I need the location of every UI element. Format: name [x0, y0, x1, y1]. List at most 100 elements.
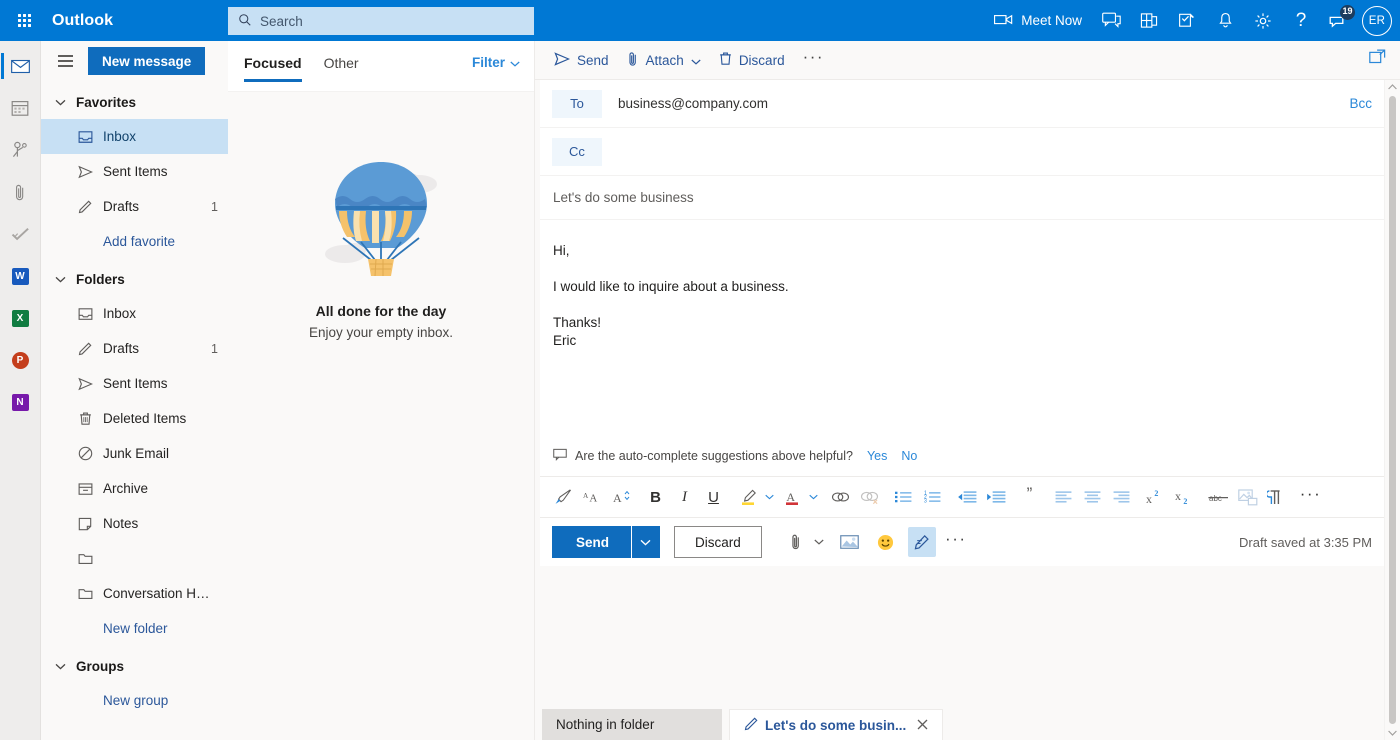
- scrollbar-thumb[interactable]: [1389, 96, 1396, 724]
- send-split-button[interactable]: Send: [552, 526, 661, 558]
- subscript-icon[interactable]: x2: [1170, 483, 1199, 512]
- compose-attach-command[interactable]: Attach: [618, 45, 710, 75]
- folder-item-favorites-sent[interactable]: Sent Items: [41, 154, 228, 189]
- scroll-down-icon[interactable]: [1388, 726, 1397, 740]
- align-right-icon[interactable]: [1107, 483, 1136, 512]
- favorites-group-header[interactable]: Favorites: [41, 85, 228, 119]
- decrease-indent-icon[interactable]: [952, 483, 981, 512]
- folder-item-junk-email[interactable]: Junk Email: [41, 436, 228, 471]
- more-options-icon[interactable]: ···: [942, 527, 970, 557]
- add-favorite-link[interactable]: Add favorite: [41, 224, 228, 258]
- hamburger-icon[interactable]: [50, 46, 80, 76]
- feedback-yes-link[interactable]: Yes: [867, 449, 887, 463]
- discard-button[interactable]: Discard: [674, 526, 762, 558]
- rail-item-files[interactable]: [0, 171, 41, 213]
- folder-item-inbox[interactable]: Inbox: [41, 296, 228, 331]
- numbered-list-icon[interactable]: 123: [918, 483, 947, 512]
- cc-field-row[interactable]: Cc: [540, 128, 1388, 176]
- scrollbar-track[interactable]: [1385, 94, 1400, 726]
- bold-icon[interactable]: B: [641, 483, 670, 512]
- folder-item-sent-items[interactable]: Sent Items: [41, 366, 228, 401]
- picture-icon[interactable]: [836, 527, 864, 557]
- send-button[interactable]: Send: [552, 526, 632, 558]
- folder-item-notes[interactable]: Notes: [41, 506, 228, 541]
- groups-group-header[interactable]: Groups: [41, 649, 228, 683]
- feedback-no-link[interactable]: No: [901, 449, 917, 463]
- format-painter-icon[interactable]: [549, 483, 578, 512]
- compose-send-command[interactable]: Send: [545, 45, 618, 75]
- attach-file-icon[interactable]: [782, 527, 810, 557]
- highlight-color-icon[interactable]: [733, 483, 762, 512]
- new-group-link[interactable]: New group: [41, 683, 228, 717]
- gear-icon[interactable]: [1244, 0, 1282, 41]
- attach-options-chevron-down-icon[interactable]: [810, 527, 828, 557]
- to-pill[interactable]: To: [552, 89, 602, 118]
- vertical-scrollbar[interactable]: [1384, 80, 1400, 740]
- bcc-link[interactable]: Bcc: [1349, 96, 1376, 111]
- compose-more-commands[interactable]: ···: [794, 45, 833, 75]
- question-mark-icon[interactable]: ?: [1282, 0, 1320, 41]
- rail-item-excel[interactable]: X: [0, 297, 41, 339]
- folder-item-favorites-inbox[interactable]: Inbox: [41, 119, 228, 154]
- italic-icon[interactable]: I: [670, 483, 699, 512]
- insert-link-icon[interactable]: [826, 483, 855, 512]
- subject-field-row[interactable]: Let's do some business: [540, 176, 1388, 220]
- new-folder-link[interactable]: New folder: [41, 611, 228, 645]
- emoji-icon[interactable]: [872, 527, 900, 557]
- pop-out-icon[interactable]: [1369, 49, 1386, 67]
- folder-item-label: Notes: [103, 516, 139, 531]
- font-color-icon[interactable]: A: [777, 483, 806, 512]
- text-direction-icon[interactable]: [1262, 483, 1291, 512]
- increase-indent-icon[interactable]: [981, 483, 1010, 512]
- chat-icon[interactable]: [1092, 0, 1130, 41]
- font-size-icon[interactable]: A: [607, 483, 636, 512]
- editor-pen-icon[interactable]: [907, 527, 936, 557]
- rail-item-mail[interactable]: [0, 45, 41, 87]
- underline-icon[interactable]: U: [699, 483, 728, 512]
- to-field-row[interactable]: To business@company.com Bcc: [540, 80, 1388, 128]
- task-tab-draft[interactable]: Let's do some busin...: [729, 709, 944, 740]
- subject-input[interactable]: Let's do some business: [553, 190, 694, 205]
- search-box[interactable]: [228, 7, 534, 35]
- task-tab-nothing-in-folder[interactable]: Nothing in folder: [542, 709, 722, 740]
- rail-item-people[interactable]: [0, 129, 41, 171]
- bell-icon[interactable]: [1206, 0, 1244, 41]
- avatar[interactable]: ER: [1362, 5, 1392, 36]
- to-recipients[interactable]: business@company.com: [618, 96, 1349, 111]
- rail-item-powerpoint[interactable]: P: [0, 339, 41, 381]
- more-formatting-icon[interactable]: ···: [1296, 483, 1325, 512]
- folders-group-header[interactable]: Folders: [41, 262, 228, 296]
- rail-item-word[interactable]: W: [0, 255, 41, 297]
- strikethrough-icon[interactable]: abc: [1204, 483, 1233, 512]
- folder-item-favorites-drafts[interactable]: Drafts 1: [41, 189, 228, 224]
- folder-item-unnamed[interactable]: [41, 541, 228, 576]
- send-options-chevron-down-icon[interactable]: [632, 526, 661, 558]
- highlight-color-chevron-down-icon[interactable]: [762, 483, 777, 512]
- meet-now-button[interactable]: Meet Now: [986, 0, 1092, 41]
- rail-item-calendar[interactable]: [0, 87, 41, 129]
- to-do-icon[interactable]: [1168, 0, 1206, 41]
- compose-discard-command[interactable]: Discard: [710, 45, 794, 75]
- folder-item-archive[interactable]: Archive: [41, 471, 228, 506]
- message-body[interactable]: Hi, I would like to inquire about a busi…: [540, 220, 1388, 438]
- new-message-button[interactable]: New message: [88, 47, 206, 75]
- font-style-icon[interactable]: AA: [578, 483, 607, 512]
- teams-icon[interactable]: [1130, 0, 1168, 41]
- search-input[interactable]: [260, 13, 524, 29]
- rail-item-to-do[interactable]: [0, 213, 41, 255]
- font-color-chevron-down-icon[interactable]: [806, 483, 821, 512]
- rail-item-onenote[interactable]: N: [0, 381, 41, 423]
- folder-item-conversation-history[interactable]: Conversation His...: [41, 576, 228, 611]
- superscript-icon[interactable]: x2: [1141, 483, 1170, 512]
- app-launcher-icon[interactable]: [0, 0, 48, 41]
- align-center-icon[interactable]: [1078, 483, 1107, 512]
- cc-pill[interactable]: Cc: [552, 137, 602, 166]
- bulleted-list-icon[interactable]: [889, 483, 918, 512]
- feedback-icon[interactable]: 19: [1320, 0, 1358, 41]
- close-icon[interactable]: [917, 718, 928, 733]
- align-left-icon[interactable]: [1049, 483, 1078, 512]
- scroll-up-icon[interactable]: [1388, 80, 1397, 94]
- folder-item-drafts[interactable]: Drafts 1: [41, 331, 228, 366]
- folder-item-deleted-items[interactable]: Deleted Items: [41, 401, 228, 436]
- quote-icon[interactable]: ”: [1015, 483, 1044, 512]
